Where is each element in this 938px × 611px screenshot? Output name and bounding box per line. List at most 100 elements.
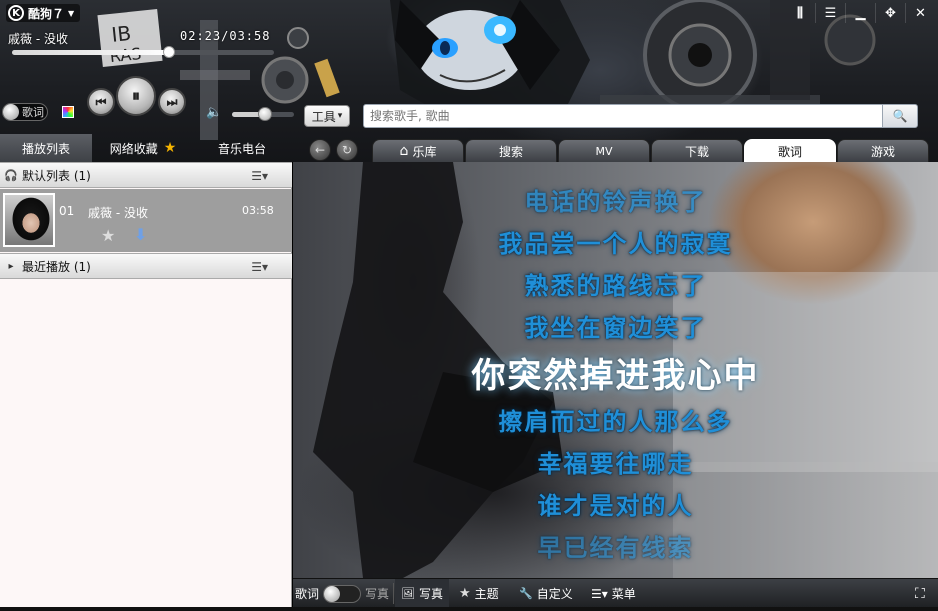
menu-label: 菜单 — [611, 587, 636, 601]
lyric-line: 谁才是对的人 — [537, 492, 694, 520]
kugou-player-window: IB RAS K 酷狗７ ▼ ⫼ ☰ ▁ ✥ ✕ 戚薇 - 没收 02:23/0… — [0, 0, 938, 611]
favorite-star-icon[interactable]: ★ — [101, 226, 115, 245]
tab-lyrics[interactable]: 歌词 — [744, 139, 836, 162]
menu-icon: ☰▾ — [591, 586, 608, 601]
svg-text:RAS: RAS — [109, 44, 142, 66]
tools-label: 工具 — [311, 109, 336, 124]
theme-label: 主题 — [474, 587, 499, 601]
playlist-group-label: 默认列表 (1) — [22, 168, 91, 183]
kugou-logo-icon: K — [8, 5, 24, 21]
tab-library[interactable]: ⌂ 乐库 — [372, 139, 464, 162]
toggle-knob — [324, 585, 341, 602]
wrench-icon: 🔧 — [519, 587, 533, 600]
refresh-button[interactable]: ↻ — [336, 139, 358, 161]
svg-text:IB: IB — [110, 21, 132, 47]
minimize-icon[interactable]: ▁ — [845, 3, 875, 23]
search-input[interactable] — [363, 104, 883, 128]
mode-toggle-switch[interactable] — [323, 584, 362, 603]
tab-lyrics-label: 歌词 — [777, 144, 802, 159]
tools-menu-button[interactable]: 工具 ▾ — [304, 105, 350, 127]
volume-icon[interactable]: 🔈 — [206, 105, 222, 120]
previous-icon: ⏮ — [95, 94, 107, 109]
tab-playlist[interactable]: 播放列表 — [0, 134, 92, 162]
tab-games[interactable]: 游戏 — [837, 139, 929, 162]
tab-download[interactable]: 下载 — [651, 139, 743, 162]
move-icon[interactable]: ✥ — [875, 3, 905, 23]
track-name: 戚薇 - 没收 — [88, 206, 148, 220]
previous-button[interactable]: ⏮ — [87, 88, 115, 116]
photo-button[interactable]: 🖼 写真 — [395, 579, 449, 608]
lyrics-mode-label: 歌词 — [295, 587, 320, 601]
tab-favorites-label: 网络收藏 — [109, 141, 158, 156]
skin-palette-icon[interactable] — [62, 106, 74, 118]
lyrics-display: 电话的铃声换了 我品尝一个人的寂寞 熟悉的路线忘了 我坐在窗边笑了 你突然掉进我… — [293, 162, 938, 578]
search-icon: 🔍 — [892, 109, 908, 123]
playback-time: 02:23/03:58 — [180, 29, 271, 43]
player-header: IB RAS K 酷狗７ ▼ ⫼ ☰ ▁ ✥ ✕ 戚薇 - 没收 02:23/0… — [0, 0, 938, 162]
fullscreen-button[interactable]: ⛶ — [915, 579, 925, 608]
app-title: 酷狗７ — [28, 6, 65, 21]
home-icon: ⌂ — [399, 143, 409, 159]
photo-icon: 🖼 — [401, 587, 415, 600]
lyrics-toolbar: 歌词 写真 🖼 写真 ★ 主题 🔧 自定义 ☰▾ 菜单 ⛶ — [293, 578, 938, 608]
lyric-line: 早已经有线索 — [537, 534, 694, 562]
now-playing-title: 戚薇 - 没收 — [8, 32, 68, 46]
tab-radio[interactable]: 音乐电台 — [196, 134, 288, 162]
pause-button[interactable]: ⏸ — [116, 76, 156, 116]
chevron-down-icon: ▾ — [337, 111, 343, 121]
tab-mv-label: MV — [595, 144, 613, 158]
table-row[interactable]: 01 戚薇 - 没收 03:58 ★ ⬇ — [0, 189, 292, 252]
lyric-line: 幸福要往哪走 — [537, 450, 694, 478]
progress-fill — [12, 50, 170, 55]
volume-slider[interactable] — [232, 107, 294, 121]
album-cover — [3, 193, 55, 247]
search-button[interactable]: 🔍 — [882, 104, 918, 128]
list-menu-icon[interactable]: ☰▾ — [251, 169, 268, 183]
divider — [393, 583, 394, 604]
tab-favorites[interactable]: 网络收藏 ★ — [96, 134, 190, 162]
photo-label: 写真 — [418, 587, 443, 601]
progress-bar[interactable] — [12, 46, 274, 58]
mini-mode-icon[interactable]: ⫼ — [785, 3, 815, 23]
next-button[interactable]: ⏭ — [158, 88, 186, 116]
close-icon[interactable]: ✕ — [905, 3, 935, 23]
download-icon[interactable]: ⬇ — [134, 225, 147, 244]
next-icon: ⏭ — [166, 94, 178, 109]
lyrics-mode-toggle[interactable]: 歌词 写真 — [295, 579, 389, 608]
customize-button[interactable]: 🔧 自定义 — [519, 579, 573, 608]
tab-mv[interactable]: MV — [558, 139, 650, 162]
theme-star-icon: ★ — [459, 586, 471, 601]
customize-label: 自定义 — [536, 587, 573, 601]
tab-playlist-label: 播放列表 — [21, 141, 70, 156]
toggle-knob — [3, 104, 19, 120]
lyric-line: 擦肩而过的人那么多 — [498, 408, 733, 436]
window-bottom-edge — [0, 607, 938, 611]
lyric-line: 我坐在窗边笑了 — [524, 314, 707, 342]
playlist-group-recent[interactable]: ▸ 最近播放 (1) ☰▾ — [0, 253, 292, 279]
star-icon: ★ — [163, 140, 177, 156]
lyric-line: 电话的铃声换了 — [524, 188, 707, 216]
photo-mode-label: 写真 — [365, 587, 390, 601]
playlist-group-default[interactable]: 🎧 默认列表 (1) ☰▾ — [0, 162, 292, 188]
chevron-down-icon: ▼ — [68, 8, 75, 18]
tab-search[interactable]: 搜索 — [465, 139, 557, 162]
desktop-lyrics-label: 歌词 — [22, 106, 44, 119]
back-button[interactable]: ← — [309, 139, 331, 161]
app-logo-menu[interactable]: K 酷狗７ ▼ — [6, 4, 81, 22]
theme-button[interactable]: ★ 主题 — [459, 579, 499, 608]
track-number: 01 — [59, 204, 75, 218]
tab-games-label: 游戏 — [870, 144, 895, 159]
tab-radio-label: 音乐电台 — [217, 141, 266, 156]
menu-button[interactable]: ☰▾ 菜单 — [591, 579, 636, 608]
headphones-icon: 🎧 — [4, 168, 18, 182]
main-menu-icon[interactable]: ☰ — [815, 3, 845, 23]
track-duration: 03:58 — [242, 204, 274, 217]
desktop-lyrics-toggle[interactable]: 歌词 — [2, 103, 48, 121]
playlist-panel: 🎧 默认列表 (1) ☰▾ 01 戚薇 - 没收 03:58 ★ ⬇ ▸ 最近播… — [0, 162, 292, 611]
lyric-line: 熟悉的路线忘了 — [524, 272, 707, 300]
list-menu-icon[interactable]: ☰▾ — [251, 260, 268, 274]
tab-download-label: 下载 — [684, 144, 709, 159]
fullscreen-icon: ⛶ — [915, 585, 925, 602]
window-controls: ⫼ ☰ ▁ ✥ ✕ — [785, 3, 935, 23]
tab-library-label: 乐库 — [412, 144, 437, 159]
